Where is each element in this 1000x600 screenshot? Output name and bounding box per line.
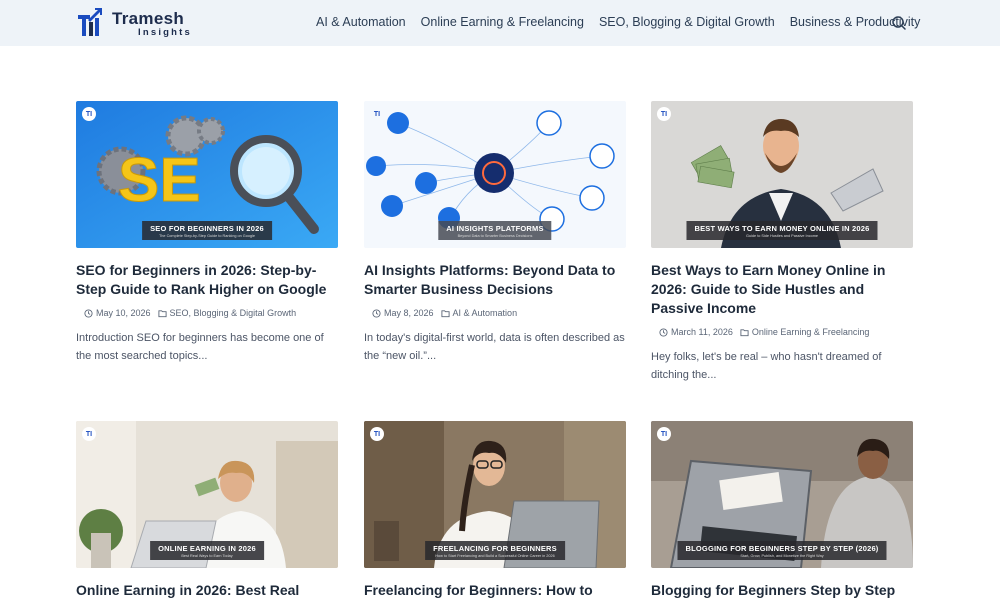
corner-logo-icon: TI (373, 110, 381, 118)
post-category-label: AI & Automation (452, 308, 518, 318)
search-icon[interactable] (890, 14, 908, 32)
post-thumbnail[interactable]: TI ONLINE EARNING IN 2026 Best Real Ways… (76, 421, 338, 568)
post-thumbnail[interactable]: TI FREELANCING FOR BEGINNERS How to Star… (364, 421, 626, 568)
image-badge: BLOGGING FOR BEGINNERS STEP BY STEP (202… (677, 541, 887, 560)
image-badge: FREELANCING FOR BEGINNERS How to Start F… (425, 541, 565, 560)
post-title[interactable]: Online Earning in 2026: Best Real Ways (76, 581, 338, 600)
post-thumbnail[interactable]: TI AI INSIGHTS PLATFORMS Beyond Data to … (364, 101, 626, 248)
corner-logo-icon: TI (657, 107, 671, 121)
post-card: TI FREELANCING FOR BEGINNERS How to Star… (364, 421, 626, 600)
post-card: TI BEST WAYS TO EARN MONEY ONLINE IN 202… (651, 101, 913, 384)
post-thumbnail[interactable]: TI BEST WAYS TO EARN MONEY ONLINE IN 202… (651, 101, 913, 248)
post-meta: May 10, 2026 SEO, Blogging & Digital Gro… (76, 308, 338, 318)
post-card: TI ONLINE EARNING IN 2026 Best Real Ways… (76, 421, 338, 600)
brand-tagline: Insights (138, 27, 193, 38)
main-nav: AI & Automation Online Earning & Freelan… (316, 15, 920, 29)
post-category[interactable]: Online Earning & Freelancing (740, 327, 870, 337)
post-meta: May 8, 2026 AI & Automation (364, 308, 626, 318)
image-badge: SEO FOR BEGINNERS IN 2026 The Complete S… (142, 221, 272, 240)
post-meta: March 11, 2026 Online Earning & Freelanc… (651, 327, 913, 337)
post-category[interactable]: AI & Automation (440, 308, 518, 318)
post-excerpt: Introduction SEO for beginners has becom… (76, 332, 324, 362)
site-header: Tramesh Insights AI & Automation Online … (0, 0, 1000, 46)
post-category-label: Online Earning & Freelancing (751, 327, 870, 337)
post-category-label: SEO, Blogging & Digital Growth (169, 308, 297, 318)
post-date: May 8, 2026 (384, 308, 434, 318)
image-badge: ONLINE EARNING IN 2026 Best Real Ways to… (150, 541, 264, 560)
nav-item-seo-blogging[interactable]: SEO, Blogging & Digital Growth (599, 15, 775, 29)
post-thumbnail[interactable]: SE TI SEO FOR BEGINNERS IN 2026 The Comp… (76, 101, 338, 248)
folder-icon (157, 309, 167, 317)
nav-item-ai-automation[interactable]: AI & Automation (316, 15, 406, 29)
post-title[interactable]: Freelancing for Beginners: How to Start (364, 581, 626, 600)
folder-icon (740, 328, 749, 336)
post-date: May 10, 2026 (96, 308, 151, 318)
post-excerpt: Hey folks, let's be real – who hasn't dr… (651, 351, 882, 381)
corner-logo-icon: TI (657, 427, 671, 441)
clock-icon (84, 308, 93, 318)
post-title[interactable]: SEO for Beginners in 2026: Step-by-Step … (76, 261, 338, 299)
post-category[interactable]: SEO, Blogging & Digital Growth (157, 308, 297, 318)
image-badge: BEST WAYS TO EARN MONEY ONLINE IN 2026 G… (686, 221, 878, 240)
post-title[interactable]: AI Insights Platforms: Beyond Data to Sm… (364, 261, 626, 299)
post-excerpt: In today's digital-first world, data is … (364, 332, 625, 362)
site-logo[interactable]: Tramesh Insights (76, 6, 192, 38)
clock-icon (372, 308, 381, 318)
post-title[interactable]: Best Ways to Earn Money Online in 2026: … (651, 261, 913, 318)
brand-name: Tramesh (112, 9, 185, 28)
clock-icon (659, 327, 668, 337)
post-thumbnail[interactable]: TI BLOGGING FOR BEGINNERS STEP BY STEP (… (651, 421, 913, 568)
post-card: TI AI INSIGHTS PLATFORMS Beyond Data to … (364, 101, 626, 365)
logo-mark-icon (78, 8, 102, 36)
post-date: March 11, 2026 (671, 327, 733, 337)
nav-item-online-earning[interactable]: Online Earning & Freelancing (421, 15, 584, 29)
folder-icon (440, 309, 450, 317)
post-card: TI BLOGGING FOR BEGINNERS STEP BY STEP (… (651, 421, 913, 600)
corner-logo-icon: TI (370, 427, 384, 441)
post-title[interactable]: Blogging for Beginners Step by Step (651, 581, 913, 600)
post-card: SE TI SEO FOR BEGINNERS IN 2026 The Comp… (76, 101, 338, 365)
corner-logo-icon: TI (82, 427, 96, 441)
svg-text:SE: SE (118, 146, 201, 215)
corner-logo-icon: TI (82, 107, 96, 121)
image-badge: AI INSIGHTS PLATFORMS Beyond Data to Sma… (438, 221, 552, 240)
